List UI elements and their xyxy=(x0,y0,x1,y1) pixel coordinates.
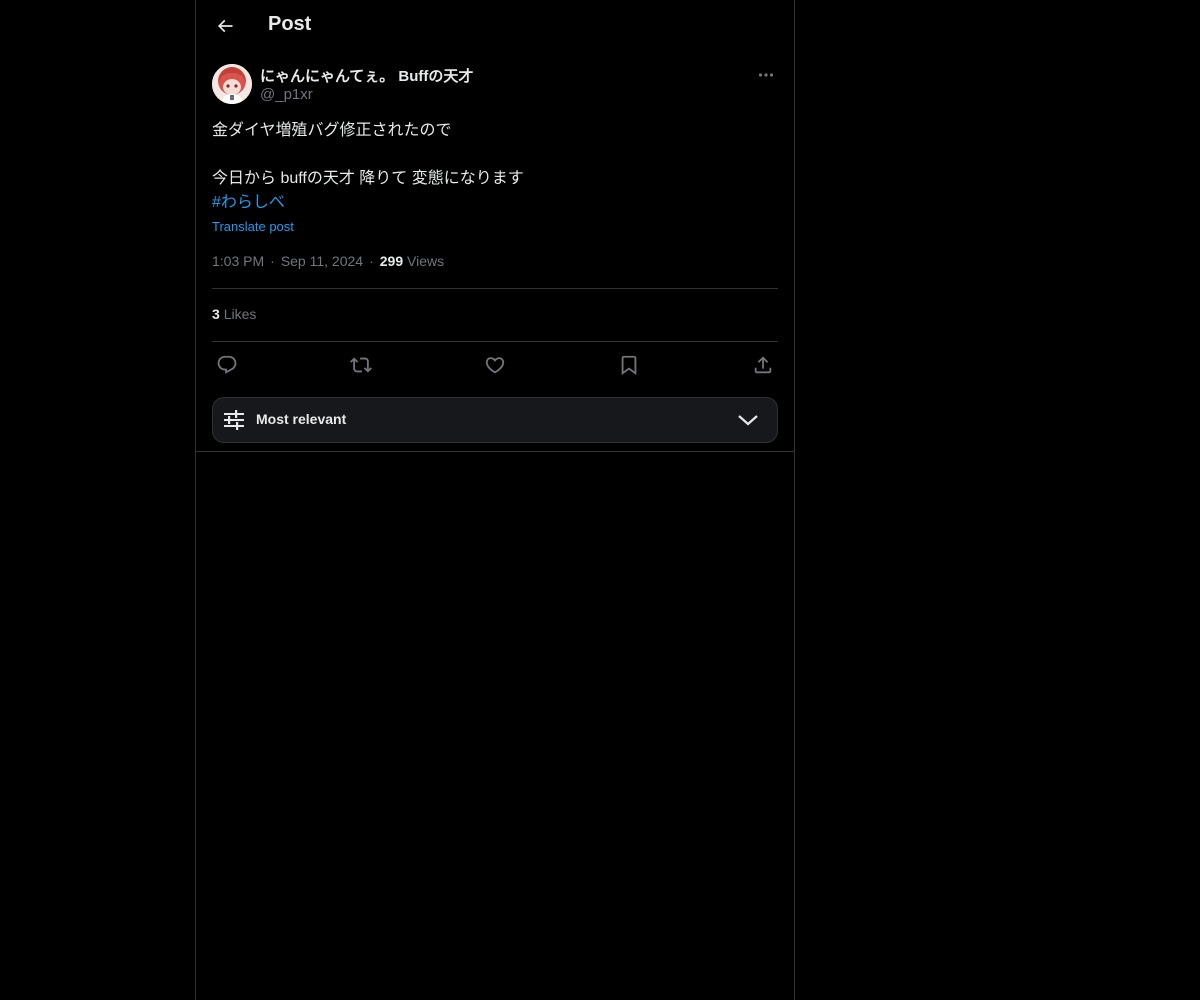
sort-label: Most relevant xyxy=(256,411,347,427)
avatar-image xyxy=(212,64,252,104)
translate-post-link[interactable]: Translate post xyxy=(212,219,294,234)
sort-replies-dropdown[interactable]: Most relevant xyxy=(212,397,778,443)
heart-icon xyxy=(485,357,505,374)
post-time[interactable]: 1:03 PM xyxy=(212,253,264,269)
views-count: 299 xyxy=(379,253,404,269)
hashtag-link[interactable]: #わらしべ xyxy=(212,194,285,211)
post-text-line: 金ダイヤ増殖バグ修正されたので xyxy=(212,122,452,139)
section-divider xyxy=(196,451,794,452)
likes-count: 3 xyxy=(212,306,220,322)
author-handle[interactable]: @_p1xr xyxy=(260,86,313,103)
page-title: Post xyxy=(268,13,312,35)
post-date[interactable]: Sep 11, 2024 xyxy=(281,253,363,269)
divider xyxy=(212,341,778,342)
back-button[interactable] xyxy=(208,9,242,43)
repost-button[interactable] xyxy=(346,352,376,378)
post-column: Post にゃんにゃんてぇ。 Buffの天才 @_p1xr 金ダイヤ増殖バグ修正… xyxy=(195,0,795,1000)
more-dots-icon xyxy=(758,73,774,77)
share-icon xyxy=(754,356,772,374)
chevron-down-icon xyxy=(738,415,758,426)
post-text-line: 今日から buffの天才 降りて 変態になります xyxy=(212,170,524,187)
post-text: 金ダイヤ増殖バグ修正されたので 今日から buffの天才 降りて 変態になります… xyxy=(212,119,778,215)
reply-icon xyxy=(217,355,237,374)
like-button[interactable] xyxy=(480,352,510,378)
author-name[interactable]: にゃんにゃんてぇ。 Buffの天才 xyxy=(260,65,473,86)
share-button[interactable] xyxy=(748,352,778,378)
page-header: Post xyxy=(196,0,794,53)
bookmark-icon xyxy=(621,355,637,376)
arrow-left-icon xyxy=(217,19,233,33)
post-meta: 1:03 PM · Sep 11, 2024 · 299 Views xyxy=(212,253,445,269)
avatar[interactable] xyxy=(212,64,252,104)
action-bar xyxy=(212,352,778,378)
likes-label: Likes xyxy=(223,306,257,322)
sliders-icon xyxy=(224,410,244,430)
divider xyxy=(212,288,778,289)
views-label: Views xyxy=(407,253,445,269)
bookmark-button[interactable] xyxy=(614,352,644,378)
reply-button[interactable] xyxy=(212,352,242,378)
repost-icon xyxy=(350,357,372,373)
more-options-button[interactable] xyxy=(754,64,778,86)
likes-link[interactable]: 3 Likes xyxy=(212,306,256,322)
